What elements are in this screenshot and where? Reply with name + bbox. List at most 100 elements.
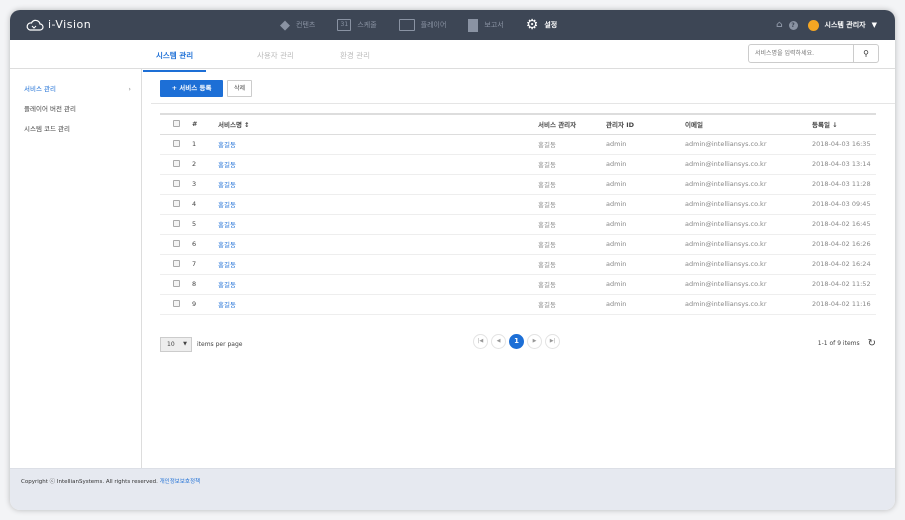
row-checkbox[interactable] [172,259,180,267]
admin-id: admin [606,194,685,215]
add-service-button[interactable]: + 서비스 등록 [160,80,223,97]
sidebar-item-player-version[interactable]: 플레이어 버전 관리 [10,99,141,119]
tab-users[interactable]: 사용자 관리 [257,50,294,61]
service-name-link[interactable]: 홍길동 [218,174,538,195]
delete-button[interactable]: 삭제 [227,80,252,97]
admin-id: admin [606,134,685,155]
cloud-icon [26,19,44,31]
main-menu: ◆ 컨텐츠 31 스케줄 플레이어 보고서 ⚙ 설정 [280,10,557,40]
service-name-link[interactable]: 홍길동 [218,134,538,155]
refresh-icon[interactable]: ↻ [868,338,876,349]
top-bar: i-Vision ◆ 컨텐츠 31 스케줄 플레이어 보고서 ⚙ 설정 ⌂ ? 시스템… [10,10,895,40]
service-name-link[interactable]: 홍길동 [218,214,538,235]
item-count: 1-1 of 9 items ↻ [817,338,876,349]
calendar-icon: 31 [337,19,352,31]
row-checkbox[interactable] [172,239,180,247]
service-name-link[interactable]: 홍길동 [218,234,538,255]
table-row[interactable]: 1 홍길동 홍길동 admin admin@intelliansys.co.kr 2018… [160,134,876,155]
user-menu[interactable]: 시스템 관리자 [825,20,866,30]
gear-icon: ⚙ [525,17,539,33]
registered-date: 2018-04-03 11:28 [812,174,876,195]
sidebar-item-service[interactable]: 서비스 관리 › [10,79,141,99]
next-page-button[interactable]: ▶ [527,334,542,349]
table-row[interactable]: 4 홍길동 홍길동 admin admin@intelliansys.co.kr 2018… [160,194,876,215]
row-checkbox[interactable] [172,279,180,287]
table-row[interactable]: 9 홍길동 홍길동 admin admin@intelliansys.co.kr 2018… [160,294,876,315]
nav-settings[interactable]: ⚙ 설정 [526,17,557,33]
chevron-right-icon: › [128,85,131,93]
table-row[interactable]: 7 홍길동 홍길동 admin admin@intelliansys.co.kr 2018… [160,254,876,275]
admin-id: admin [606,154,685,175]
service-name-link[interactable]: 홍길동 [218,274,538,295]
service-name-link[interactable]: 홍길동 [218,194,538,215]
table-row[interactable]: 5 홍길동 홍길동 admin admin@intelliansys.co.kr 2018… [160,214,876,235]
email: admin@intelliansys.co.kr [685,234,812,255]
logo[interactable]: i-Vision [26,18,91,31]
row-index: 3 [192,174,218,195]
email: admin@intelliansys.co.kr [685,274,812,295]
manager-name: 홍길동 [538,254,606,275]
app-title: i-Vision [48,18,92,31]
search-button[interactable]: ⚲ [853,45,878,62]
tab-system[interactable]: 시스템 관리 [143,50,207,72]
shapes-icon: ◆ [280,17,290,33]
nav-report[interactable]: 보고서 [468,18,504,32]
row-checkbox[interactable] [172,179,180,187]
search-icon: ⚲ [863,49,869,58]
row-checkbox[interactable] [172,199,180,207]
col-date[interactable]: 등록일 ↓ [812,113,876,135]
nav-player[interactable]: 플레이어 [398,19,446,31]
table-row[interactable]: 2 홍길동 홍길동 admin admin@intelliansys.co.kr 2018… [160,154,876,175]
row-index: 1 [192,134,218,155]
document-icon [468,18,479,32]
service-name-link[interactable]: 홍길동 [218,154,538,175]
manager-name: 홍길동 [538,214,606,235]
admin-id: admin [606,234,685,255]
row-checkbox[interactable] [172,299,180,307]
search-input[interactable] [749,45,853,62]
home-icon[interactable]: ⌂ [776,20,782,30]
tab-environment[interactable]: 환경 관리 [340,50,370,61]
sidebar-item-system-code[interactable]: 시스템 코드 관리 [10,119,141,139]
col-admin-id: 관리자 ID [606,113,685,135]
service-name-link[interactable]: 홍길동 [218,294,538,315]
search-box: ⚲ [748,44,879,63]
caret-down-icon[interactable]: ▼ [872,21,877,29]
table-row[interactable]: 8 홍길동 홍길동 admin admin@intelliansys.co.kr 2018… [160,274,876,295]
admin-id: admin [606,274,685,295]
registered-date: 2018-04-02 16:24 [812,254,876,275]
row-index: 8 [192,274,218,295]
nav-contents[interactable]: ◆ 컨텐츠 [280,18,315,33]
col-manager: 서비스 관리자 [538,113,606,135]
row-index: 2 [192,154,218,175]
email: admin@intelliansys.co.kr [685,194,812,215]
select-all-checkbox[interactable] [172,119,180,127]
app-window: i-Vision ◆ 컨텐츠 31 스케줄 플레이어 보고서 ⚙ 설정 ⌂ ? 시스템… [10,10,895,510]
prev-page-button[interactable]: ◀ [491,334,506,349]
row-checkbox[interactable] [172,219,180,227]
manager-name: 홍길동 [538,294,606,315]
privacy-link[interactable]: 개인정보보호정책 [160,479,200,485]
page-size-select[interactable]: 10 ▼ [160,337,192,352]
row-index: 9 [192,294,218,315]
row-index: 4 [192,194,218,215]
registered-date: 2018-04-02 11:16 [812,294,876,315]
user-area: ⌂ ? 시스템 관리자 ▼ [776,10,877,40]
avatar [807,19,819,31]
row-checkbox[interactable] [172,159,180,167]
table-row[interactable]: 6 홍길동 홍길동 admin admin@intelliansys.co.kr 2018… [160,234,876,255]
col-service-name[interactable]: 서비스명 ↕ [218,113,538,135]
last-page-button[interactable]: ▶| [545,334,560,349]
table-row[interactable]: 3 홍길동 홍길동 admin admin@intelliansys.co.kr 2018… [160,174,876,195]
registered-date: 2018-04-03 13:14 [812,154,876,175]
row-checkbox[interactable] [172,139,180,147]
nav-schedule[interactable]: 31 스케줄 [337,19,377,31]
manager-name: 홍길동 [538,134,606,155]
help-icon[interactable]: ? [788,20,798,30]
manager-name: 홍길동 [538,274,606,295]
first-page-button[interactable]: |◀ [473,334,488,349]
registered-date: 2018-04-02 16:45 [812,214,876,235]
registered-date: 2018-04-02 11:52 [812,274,876,295]
service-name-link[interactable]: 홍길동 [218,254,538,275]
page-button[interactable]: 1 [509,334,524,349]
